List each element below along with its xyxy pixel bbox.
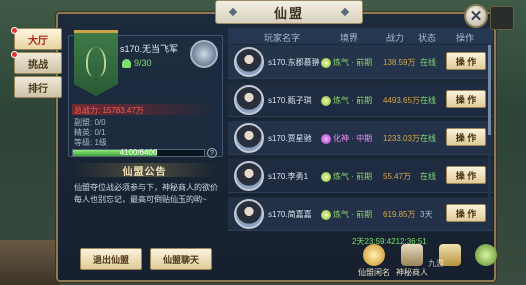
notice-text: 仙盟夺位战必须参与下，神秘商人的欲价每人也别忘记，最高可倒贴仙玉的哟~: [74, 183, 218, 204]
member-power: 619.85万: [383, 210, 416, 219]
realm-icon: [321, 57, 331, 68]
member-name: s170.东郡慕翀: [268, 58, 320, 67]
watermark: 九游: [428, 259, 444, 268]
member-avatar[interactable]: [234, 123, 264, 153]
member-realm: 炼气 · 前期: [321, 171, 372, 182]
operate-button[interactable]: 操 作: [446, 128, 486, 146]
member-status: 在线: [420, 134, 436, 143]
plant-button[interactable]: [466, 244, 506, 267]
member-power: 138.59万: [383, 58, 416, 67]
guild-fame-button[interactable]: 仙盟闲名: [354, 244, 394, 278]
guild-badge-icon[interactable]: [190, 40, 218, 68]
side-tabs: 大厅 挑战 排行: [11, 27, 62, 100]
header-op: 操作: [456, 33, 475, 43]
realm-text: 炼气 · 前期: [333, 210, 373, 219]
merchant-icon: [401, 244, 423, 266]
tab-label: 排行: [28, 83, 48, 95]
people-icon: [122, 58, 131, 68]
realm-text: 炼气 · 前期: [333, 172, 373, 181]
realm-icon: [321, 209, 331, 220]
member-status: 在线: [420, 96, 436, 105]
operate-button[interactable]: 操 作: [446, 52, 486, 70]
guild-chat-button[interactable]: 仙盟聊天: [150, 248, 212, 270]
member-status: 3天: [420, 210, 433, 219]
tab-hall[interactable]: 大厅: [11, 27, 62, 50]
table-header: 玩家名字 境界 战力 状态 操作: [228, 28, 493, 44]
member-realm: 炼气 · 前期: [321, 95, 372, 106]
header-realm: 境界: [340, 33, 359, 43]
member-avatar[interactable]: [234, 161, 264, 191]
level-progress-text: 4100/6400: [119, 148, 158, 157]
bottom-icon-label: 仙盟闲名: [358, 268, 390, 277]
tab-label: 挑战: [28, 59, 48, 71]
operate-button[interactable]: 操 作: [446, 166, 486, 184]
guild-name: s170.无当飞军: [120, 44, 179, 54]
realm-icon: [321, 133, 331, 144]
scrollbar[interactable]: [488, 45, 491, 225]
deity-icon: [363, 244, 385, 266]
member-avatar[interactable]: [234, 199, 264, 229]
header-name: 玩家名字: [264, 33, 301, 43]
realm-text: 化神 · 中期: [333, 134, 373, 143]
realm-icon: [321, 171, 331, 182]
member-power: 1233.03万: [383, 134, 420, 143]
member-power: 4493.65万: [383, 96, 420, 105]
corner-decoration: [490, 6, 514, 30]
member-status: 在线: [420, 172, 436, 181]
table-row: s170.甄子琪 炼气 · 前期 4493.65万 在线 操 作: [228, 83, 493, 117]
window-title: 仙盟: [215, 0, 363, 24]
member-name: s170.李勇1: [268, 172, 309, 181]
table-row: s170.贾星驰 化神 · 中期 1233.03万 在线 操 作: [228, 121, 493, 155]
member-realm: 炼气 · 前期: [321, 57, 372, 68]
notification-dot: [11, 51, 18, 58]
header-status: 状态: [418, 33, 437, 43]
member-table: 玩家名字 境界 战力 状态 操作 s170.东郡慕翀 炼气 · 前期 138.59万…: [228, 28, 493, 238]
notification-dot: [11, 27, 18, 34]
member-realm: 炼气 · 前期: [321, 209, 372, 220]
member-realm: 化神 · 中期: [321, 133, 372, 144]
help-icon[interactable]: ?: [207, 148, 217, 158]
realm-text: 炼气 · 前期: [333, 58, 373, 67]
leave-guild-button[interactable]: 退出仙盟: [80, 248, 142, 270]
tab-challenge[interactable]: 挑战: [11, 51, 62, 74]
member-name: s170.甄子琪: [268, 96, 312, 105]
member-name: s170.简嘉嘉: [268, 210, 312, 219]
table-row: s170.东郡慕翀 炼气 · 前期 138.59万 在线 操 作: [228, 45, 493, 79]
header-power: 战力: [386, 33, 405, 43]
guild-level: 等级: 1级: [74, 138, 107, 147]
banner-emblem: [86, 47, 106, 77]
tab-ranking[interactable]: 排行: [14, 76, 62, 98]
table-row: s170.李勇1 炼气 · 前期 55.47万 在线 操 作: [228, 159, 493, 193]
roof-scenery: [0, 240, 60, 285]
realm-icon: [321, 95, 331, 106]
notice-title: 仙盟公告: [72, 163, 217, 178]
operate-button[interactable]: 操 作: [446, 90, 486, 108]
member-count-text: 9/30: [134, 58, 152, 68]
member-power: 55.47万: [383, 172, 412, 181]
guild-banner-icon: [74, 30, 118, 96]
realm-text: 炼气 · 前期: [333, 96, 373, 105]
table-row: s170.简嘉嘉 炼气 · 前期 619.85万 3天 操 作: [228, 197, 493, 231]
guild-member-count: 9/30: [122, 58, 152, 68]
member-avatar[interactable]: [234, 85, 264, 115]
total-power: 总战力: 15783.47万: [74, 106, 144, 115]
close-button[interactable]: ✕: [464, 4, 488, 28]
member-avatar[interactable]: [234, 47, 264, 77]
mystery-merchant-button[interactable]: 神秘商人: [392, 244, 432, 278]
bottom-icon-label: 神秘商人: [396, 268, 428, 277]
scrollbar-thumb[interactable]: [488, 45, 491, 135]
plant-icon: [475, 244, 497, 266]
member-status: 在线: [420, 58, 436, 67]
member-name: s170.贾星驰: [268, 134, 312, 143]
tab-label: 大厅: [28, 35, 48, 47]
operate-button[interactable]: 操 作: [446, 204, 486, 222]
